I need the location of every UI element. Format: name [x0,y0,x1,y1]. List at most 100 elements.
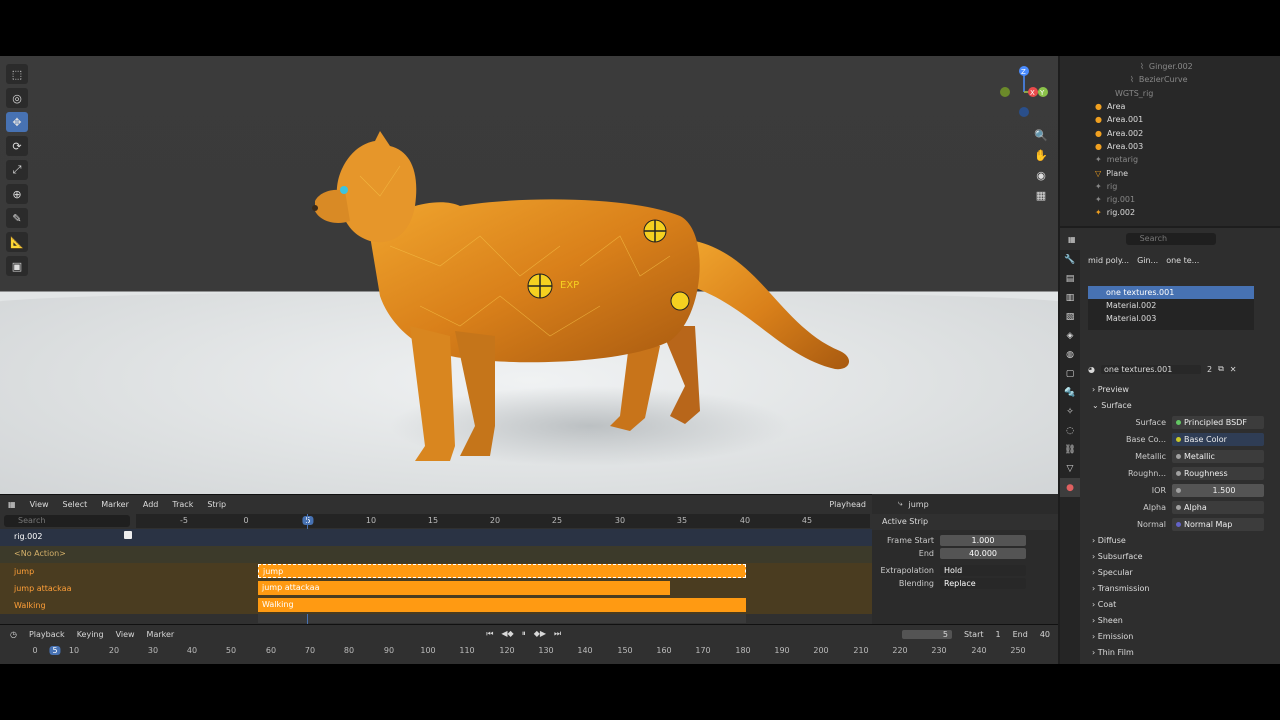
menu-view[interactable]: View [30,500,49,509]
editor-type-icon[interactable]: ▦ [1068,235,1076,244]
menu-track[interactable]: Track [172,500,193,509]
timeline-editor[interactable]: ◷ Playback Keying View Marker ⏮ ◀◆ ⏸ ◆▶ … [0,624,1058,664]
outliner-row[interactable]: ✦ rig.002 [1060,206,1280,219]
surface-shader-field[interactable]: Principled BSDF [1172,416,1264,429]
output-icon[interactable]: ▥ [1060,288,1080,307]
material-name-field[interactable]: one textures.001 [1100,364,1201,374]
duplicate-icon[interactable]: ⧉ [1218,364,1224,374]
menu-playback[interactable]: Playback [29,630,65,639]
menu-add[interactable]: Add [143,500,159,509]
object-row[interactable]: rig.002 [0,529,872,546]
outliner-row[interactable]: ● Area.003 [1060,140,1280,153]
preview-section[interactable]: › Preview [1092,382,1280,398]
end-field[interactable]: 40.000 [940,548,1026,559]
nla-editor[interactable]: ▦ View Select Marker Add Track Strip Pla… [0,494,872,624]
outliner-row[interactable]: WGTS_rig [1060,87,1280,100]
subsurface-section[interactable]: › Subsurface [1092,549,1280,565]
grid-icon[interactable]: ▦ [1032,186,1050,204]
coat-section[interactable]: › Coat [1092,597,1280,613]
transform-icon[interactable]: ⊕ [6,184,28,204]
outliner-row[interactable]: ● Area.002 [1060,126,1280,139]
material-slot[interactable]: Material.002 [1088,299,1254,312]
outliner-row[interactable]: ▽ Plane [1060,166,1280,179]
menu-keying[interactable]: Keying [77,630,104,639]
material-slot[interactable]: Material.003 [1088,312,1254,325]
nla-search-input[interactable]: Search [4,515,130,527]
active-strip-section[interactable]: Active Strip [872,514,1058,530]
object-checkbox[interactable] [124,531,132,539]
nla-ruler[interactable]: -5 0 5 10 15 20 25 30 35 40 45 [136,514,870,528]
track-row[interactable]: jump jump [0,563,872,580]
material-slot[interactable]: one textures.001 [1088,286,1254,299]
add-cube-icon[interactable]: ▣ [6,256,28,276]
timeline-ruler[interactable]: 0 5 10 20 30 40 50 60 70 80 90 100 110 1… [0,644,1058,658]
input-field[interactable]: Alpha [1172,501,1264,514]
material-icon[interactable]: ● [1060,478,1080,497]
physics-icon[interactable]: ◌ [1060,421,1080,440]
scale-icon[interactable]: ⤢ [6,160,28,180]
emission-section[interactable]: › Emission [1092,629,1280,645]
select-box-icon[interactable]: ⬚ [6,64,28,84]
diffuse-section[interactable]: › Diffuse [1092,533,1280,549]
breadcrumb-item[interactable]: Gin... [1137,256,1158,265]
end-field[interactable]: 40 [1040,630,1050,639]
track-row[interactable]: Walking Walking [0,597,872,614]
unlink-icon[interactable]: ✕ [1230,365,1237,374]
3d-viewport[interactable]: EXP ⬚ ◎ ✥ ⟳ ⤢ ⊕ ✎ 📐 ▣ Z X Y 🔍 ✋ ◉ ▦ [0,56,1058,494]
clock-icon[interactable]: ◷ [10,630,17,639]
editor-type-icon[interactable]: ▦ [8,500,16,509]
outliner-row[interactable]: ⌇ BezierCurve [1060,73,1280,86]
thin-film-section[interactable]: › Thin Film [1092,645,1280,661]
transmission-section[interactable]: › Transmission [1092,581,1280,597]
annotate-icon[interactable]: ✎ [6,208,28,228]
camera-icon[interactable]: ◉ [1032,166,1050,184]
menu-select[interactable]: Select [63,500,88,509]
material-ball-icon[interactable]: ◕ [1088,365,1095,374]
nla-strip[interactable]: jump attackaa [258,581,670,595]
zoom-icon[interactable]: 🔍 [1032,126,1050,144]
outliner-row[interactable]: ⌇ Ginger.002 [1060,60,1280,73]
sheen-section[interactable]: › Sheen [1092,613,1280,629]
frame-start-field[interactable]: 1.000 [940,535,1026,546]
current-frame-field[interactable]: 5 [901,629,952,639]
outliner-row[interactable]: ✦ rig.001 [1060,193,1280,206]
navigation-gizmo[interactable]: Z X Y [996,62,1054,122]
outliner-row[interactable]: ✦ metarig [1060,153,1280,166]
play-icon[interactable]: ◆▶ [534,629,546,639]
start-field[interactable]: 1 [996,630,1001,639]
constraints-icon[interactable]: ⛓ [1060,440,1080,459]
input-field[interactable]: 1.500 [1172,484,1264,497]
surface-section[interactable]: ⌄ Surface [1092,398,1280,414]
scene-icon[interactable]: ◈ [1060,326,1080,345]
menu-view[interactable]: View [116,630,135,639]
current-frame-indicator[interactable]: 5 [49,646,61,655]
track-row[interactable]: jump attackaa jump attackaa [0,580,872,597]
outliner[interactable]: ⌇ Ginger.002 ⌇ BezierCurve WGTS_rig ● Area … [1060,56,1280,226]
menu-marker[interactable]: Marker [147,630,175,639]
play-reverse-icon[interactable]: ◀◆ [501,629,513,639]
data-icon[interactable]: ▽ [1060,459,1080,478]
specular-section[interactable]: › Specular [1092,565,1280,581]
input-field[interactable]: Base Color [1172,433,1264,446]
current-frame-indicator[interactable]: 5 [302,516,314,525]
view-layer-icon[interactable]: ▧ [1060,307,1080,326]
move-icon[interactable]: ✥ [6,112,28,132]
jump-start-icon[interactable]: ⏮ [486,629,493,639]
playhead-dropdown[interactable]: Playhead [829,500,866,509]
jump-end-icon[interactable]: ⏭ [554,629,561,639]
render-icon[interactable]: ▤ [1060,269,1080,288]
breadcrumb-item[interactable]: mid poly... [1088,256,1129,265]
properties-search-input[interactable]: Search [1125,233,1216,245]
menu-marker[interactable]: Marker [101,500,129,509]
breadcrumb-item[interactable]: one te... [1166,256,1199,265]
strip-name[interactable]: jump [908,500,928,509]
cursor-icon[interactable]: ◎ [6,88,28,108]
modifier-icon[interactable]: 🔩 [1060,383,1080,402]
outliner-row[interactable]: ✦ rig [1060,180,1280,193]
cat-model[interactable]: EXP [300,126,860,471]
world-icon[interactable]: ◍ [1060,345,1080,364]
input-field[interactable]: Metallic [1172,450,1264,463]
nla-strip[interactable]: Walking [258,598,746,612]
pause-icon[interactable]: ⏸ [522,629,526,639]
pan-icon[interactable]: ✋ [1032,146,1050,164]
